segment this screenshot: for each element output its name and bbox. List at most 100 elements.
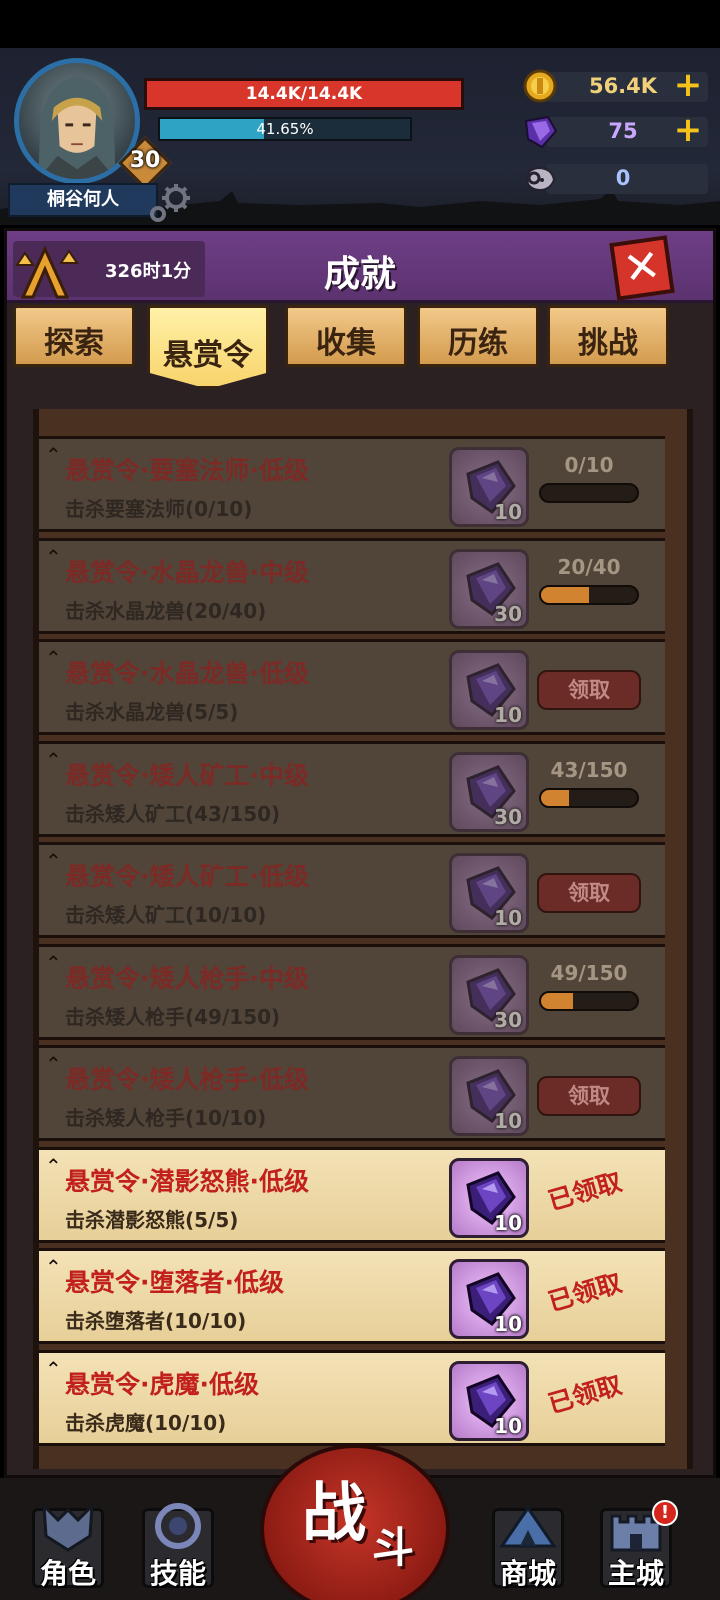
exp-text: 41.65%: [256, 120, 314, 138]
hook-icon: ⌃: [45, 544, 62, 569]
bounty-title: 悬赏令·堕落者·低级: [65, 1268, 284, 1297]
skull-counter: 0: [520, 160, 710, 196]
tab-label: 挑战: [578, 326, 638, 361]
bounty-description: 击杀水晶龙兽(5/5): [65, 700, 239, 724]
gem-counter: 75 +: [520, 113, 710, 149]
bounty-title: 悬赏令·水晶龙兽·低级: [65, 659, 309, 688]
reward-count: 10: [494, 906, 522, 930]
reward-slot[interactable]: 30: [449, 548, 529, 629]
swirl-icon: [155, 1503, 201, 1549]
bounty-title: 悬赏令·要塞法师·低级: [65, 456, 309, 485]
bounty-row: ⌃ 悬赏令·矮人枪手·中级 击杀矮人枪手(49/150) 30 49/150: [39, 943, 665, 1040]
bounty-title: 悬赏令·虎魔·低级: [65, 1369, 259, 1399]
close-icon: ✕: [620, 239, 664, 296]
achievement-panel: 326时1分 成就 ✕ 探索 悬赏令 收集 历练 挑战 ⌃ 悬赏令·要塞法师·低级…: [4, 228, 716, 1478]
reward-slot[interactable]: 10: [449, 853, 529, 933]
tab-label: 悬赏令: [163, 338, 253, 373]
hp-text: 14.4K/14.4K: [245, 84, 363, 104]
gold-value: 56.4K: [588, 74, 658, 98]
bounty-title: 悬赏令·矮人枪手·中级: [65, 963, 309, 993]
bounty-row: ⌃ 悬赏令·矮人矿工·中级 击杀矮人矿工(43/150) 30 43/150: [39, 740, 665, 837]
hook-icon: ⌃: [45, 646, 62, 670]
hp-bar: 14.4K/14.4K: [144, 78, 464, 110]
add-gold-button[interactable]: +: [670, 68, 706, 104]
bounty-title: 悬赏令·水晶龙兽·中级: [65, 557, 309, 587]
reward-count: 30: [494, 601, 522, 626]
reward-slot[interactable]: 10: [449, 447, 529, 527]
reward-count: 10: [494, 1210, 522, 1235]
tab-bounty[interactable]: 悬赏令: [147, 305, 269, 389]
close-button[interactable]: ✕: [609, 235, 675, 301]
hook-icon: ⌃: [45, 1356, 62, 1381]
nav-skills-button[interactable]: 技能: [138, 1500, 218, 1592]
nav-city-button[interactable]: 主城 !: [596, 1500, 678, 1592]
bounty-description: 击杀潜影怒熊(5/5): [65, 1207, 239, 1232]
progress-bar: [539, 584, 639, 605]
bounty-description: 击杀堕落者(10/10): [65, 1309, 247, 1333]
reward-count: 10: [494, 1109, 522, 1133]
reward-slot[interactable]: 10: [449, 1360, 529, 1441]
claim-button[interactable]: 领取: [537, 670, 641, 710]
progress-bar: [539, 483, 639, 503]
skull-value: 0: [615, 166, 631, 190]
reward-count: 30: [494, 1007, 522, 1032]
purple-crystal-icon: [524, 115, 558, 149]
progress-text: 49/150: [550, 960, 628, 985]
bounty-row: ⌃ 悬赏令·水晶龙兽·中级 击杀水晶龙兽(20/40) 30 20/40: [39, 537, 665, 634]
tab-collect[interactable]: 收集: [285, 305, 407, 367]
battle-button[interactable]: 战 斗: [260, 1444, 450, 1600]
claimed-stamp: 已领取: [544, 1166, 625, 1216]
claimed-stamp: 已领取: [544, 1268, 625, 1317]
helmet-icon: [42, 1502, 94, 1552]
bounty-row: ⌃ 悬赏令·矮人矿工·低级 击杀矮人矿工(10/10) 10 领取: [39, 842, 665, 938]
tab-label: 探索: [44, 326, 104, 361]
panel-title: 成就: [323, 254, 396, 295]
progress-text: 43/150: [550, 757, 628, 782]
nav-character-label: 角色: [39, 1557, 96, 1590]
bounty-description: 击杀矮人枪手(49/150): [65, 1004, 281, 1029]
bounty-title: 悬赏令·矮人矿工·中级: [65, 760, 309, 790]
nav-skills-label: 技能: [149, 1557, 206, 1590]
tab-challenge[interactable]: 挑战: [547, 305, 669, 367]
notification-badge: !: [652, 1500, 678, 1526]
bounty-row: ⌃ 悬赏令·水晶龙兽·低级击杀水晶龙兽(5/5) 10 领取: [39, 639, 665, 735]
progress-fill: [541, 586, 589, 603]
claim-button[interactable]: 领取: [537, 873, 641, 913]
reward-slot[interactable]: 30: [449, 751, 529, 832]
reward-slot[interactable]: 10: [449, 1056, 529, 1136]
tab-label: 收集: [316, 326, 376, 361]
tab-label: 历练: [448, 326, 508, 361]
gold-coin-icon: [523, 69, 557, 103]
bounty-description: 击杀矮人枪手(10/10): [65, 1106, 267, 1130]
hook-icon: ⌃: [45, 849, 62, 873]
bounty-description: 击杀要塞法师(0/10): [65, 497, 253, 521]
nav-character-button[interactable]: 角色: [28, 1500, 108, 1592]
bounty-row: ⌃ 悬赏令·堕落者·低级 击杀堕落者(10/10) 10 已领取: [39, 1248, 665, 1344]
level-value: 30: [129, 148, 161, 173]
tab-explore[interactable]: 探索: [13, 305, 135, 367]
progress-fill: [541, 992, 573, 1009]
reward-count: 10: [494, 703, 522, 727]
hook-icon: ⌃: [45, 747, 62, 772]
reward-slot[interactable]: 10: [449, 650, 529, 730]
claim-button[interactable]: 领取: [537, 1076, 641, 1116]
reward-slot[interactable]: 10: [449, 1157, 529, 1238]
nav-city-label: 主城: [607, 1557, 664, 1590]
bounty-row: ⌃ 悬赏令·虎魔·低级 击杀虎魔(10/10) 10 已领取: [39, 1349, 665, 1446]
bounty-title: 悬赏令·潜影怒熊·低级: [65, 1166, 309, 1196]
progress-text: 0/10: [564, 453, 614, 477]
gem-value: 75: [608, 119, 638, 143]
tab-training[interactable]: 历练: [417, 305, 539, 367]
bounty-description: 击杀矮人矿工(10/10): [65, 903, 267, 927]
player-name: 桐谷何人: [8, 183, 158, 217]
gear-icon[interactable]: [146, 178, 196, 228]
add-gem-button[interactable]: +: [670, 113, 706, 149]
hook-icon: ⌃: [45, 1052, 62, 1076]
reward-slot[interactable]: 30: [449, 954, 529, 1035]
panel-header: 326时1分 成就 ✕: [7, 231, 713, 303]
nav-shop-label: 商城: [499, 1557, 556, 1590]
ram-skull-icon: [526, 166, 556, 192]
nav-shop-button[interactable]: 商城: [488, 1500, 568, 1592]
progress-bar: [539, 787, 639, 808]
reward-slot[interactable]: 10: [449, 1259, 529, 1339]
